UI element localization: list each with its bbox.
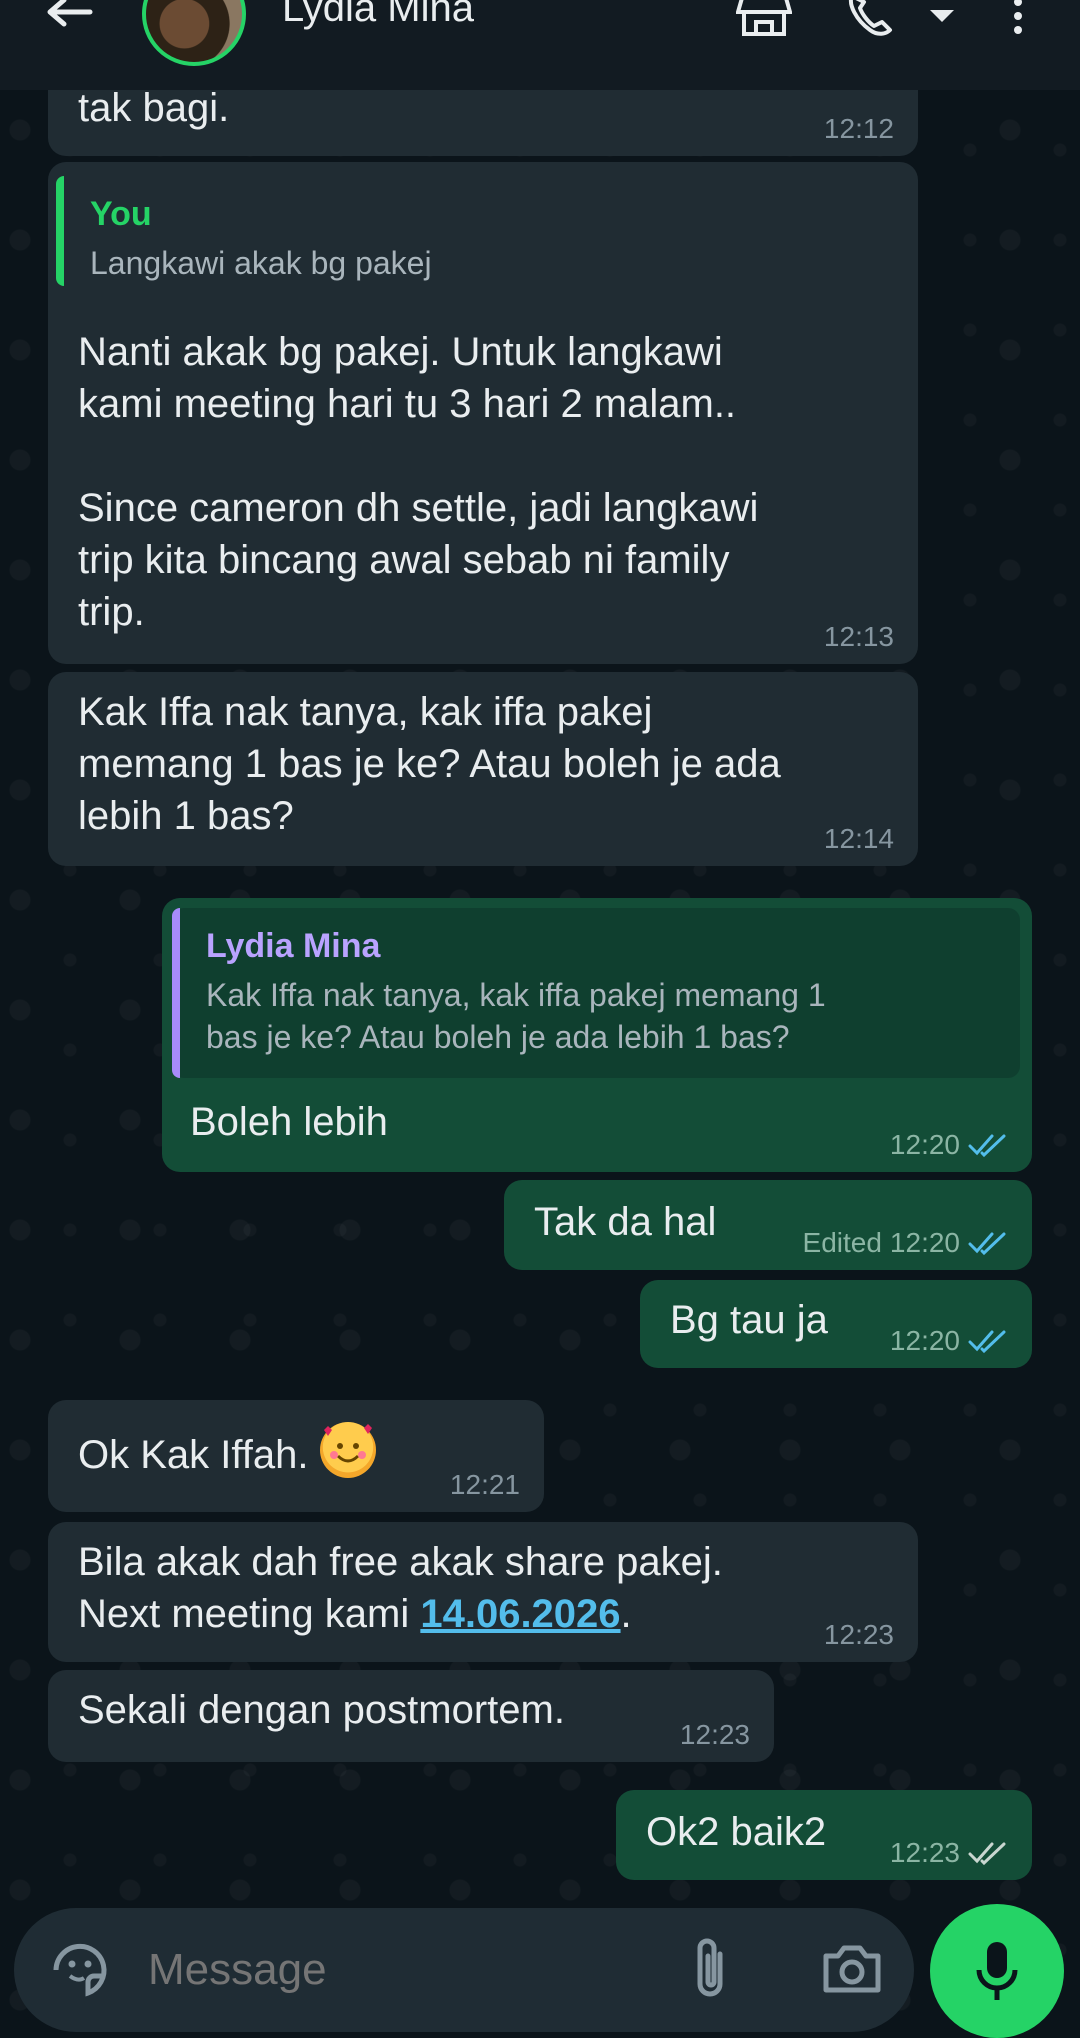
incoming-message[interactable]: Ok Kak Iffah. 12:21 <box>48 1400 544 1512</box>
quoted-message[interactable]: Lydia Mina Kak Iffa nak tanya, kak iffa … <box>172 908 1020 1078</box>
incoming-message[interactable]: Sekali dengan postmortem. 12:23 <box>48 1670 774 1762</box>
message-text: Nanti akak bg pakej. Untuk langkawi kami… <box>78 330 759 634</box>
chat-header: Lydia Mina <box>0 0 1080 90</box>
message-composer[interactable] <box>14 1908 914 2032</box>
message-text: Sekali dengan postmortem. <box>78 1688 565 1732</box>
quote-text: Kak Iffa nak tanya, kak iffa pakej meman… <box>206 977 826 1055</box>
incoming-message[interactable]: Kak Iffa nak tanya, kak iffa pakej meman… <box>48 672 918 866</box>
incoming-message[interactable]: You Langkawi akak bg pakej Nanti akak bg… <box>48 162 918 664</box>
store-icon[interactable] <box>736 0 792 42</box>
back-arrow-icon[interactable] <box>40 0 100 40</box>
message-time: 12:13 <box>823 621 894 652</box>
outgoing-message[interactable]: Lydia Mina Kak Iffa nak tanya, kak iffa … <box>162 898 1032 1172</box>
avatar[interactable] <box>142 0 246 66</box>
quoted-message[interactable]: You Langkawi akak bg pakej <box>56 176 910 286</box>
quote-bar <box>172 908 180 1078</box>
incoming-message[interactable]: Bila akak dah free akak share pakej. Nex… <box>48 1522 918 1662</box>
message-text: Ok Kak Iffah. <box>78 1433 309 1477</box>
message-text: Kak Iffa nak tanya, kak iffa pakej meman… <box>78 690 781 838</box>
message-input[interactable] <box>146 1934 670 2006</box>
message-text-container: Ok Kak Iffah. <box>78 1422 376 1481</box>
attach-icon[interactable] <box>690 1936 730 2002</box>
microphone-icon <box>976 1942 1018 2000</box>
smiling-face-with-hearts-emoji <box>319 1422 376 1478</box>
message-time: Edited 12:20 <box>803 1226 1008 1260</box>
quote-author: You <box>90 195 152 233</box>
message-text: Bg tau ja <box>670 1298 828 1342</box>
voice-message-button[interactable] <box>930 1904 1064 2038</box>
chevron-down-icon[interactable] <box>928 6 956 26</box>
message-text: Ok2 baik2 <box>646 1810 827 1854</box>
message-time: 12:23 <box>823 1619 894 1650</box>
message-text-line: Bila akak dah free akak share pakej. <box>78 1540 723 1584</box>
contact-name[interactable]: Lydia Mina <box>282 0 474 31</box>
outgoing-message[interactable]: Bg tau ja 12:20 <box>640 1280 1032 1368</box>
message-text-fragment: . <box>620 1592 632 1636</box>
more-options-icon[interactable] <box>1008 0 1028 36</box>
delivered-ticks-icon <box>968 1842 1006 1865</box>
quote-author: Lydia Mina <box>206 927 381 965</box>
message-time: 12:14 <box>823 823 894 854</box>
message-text: Tak da hal <box>534 1200 717 1244</box>
quote-bar <box>56 176 64 286</box>
read-ticks-icon <box>968 1134 1006 1157</box>
outgoing-message[interactable]: Ok2 baik2 12:23 <box>616 1790 1032 1880</box>
message-time: 12:21 <box>449 1469 520 1500</box>
date-link[interactable]: 14.06.2026 <box>420 1592 620 1636</box>
message-text-line: Next meeting kami 14.06.2026. <box>78 1588 723 1640</box>
sticker-icon[interactable] <box>48 1938 112 2002</box>
outgoing-message[interactable]: Tak da hal Edited 12:20 <box>504 1180 1032 1270</box>
message-time: 12:23 <box>679 1719 750 1750</box>
call-icon[interactable] <box>842 0 898 42</box>
message-text-container: Bila akak dah free akak share pakej. Nex… <box>78 1536 723 1640</box>
read-ticks-icon <box>968 1232 1006 1255</box>
message-time: 12:20 <box>890 1128 1008 1162</box>
read-ticks-icon <box>968 1330 1006 1353</box>
message-text: Boleh lebih <box>190 1100 388 1144</box>
message-time: 12:20 <box>890 1324 1008 1358</box>
quote-text: Langkawi akak bg pakej <box>90 245 432 281</box>
message-time: 12:23 <box>890 1836 1008 1870</box>
message-time: 12:12 <box>823 113 894 144</box>
message-text-fragment: Next meeting kami <box>78 1592 421 1636</box>
edited-label: Edited <box>802 1227 882 1258</box>
camera-icon[interactable] <box>822 1942 882 1996</box>
